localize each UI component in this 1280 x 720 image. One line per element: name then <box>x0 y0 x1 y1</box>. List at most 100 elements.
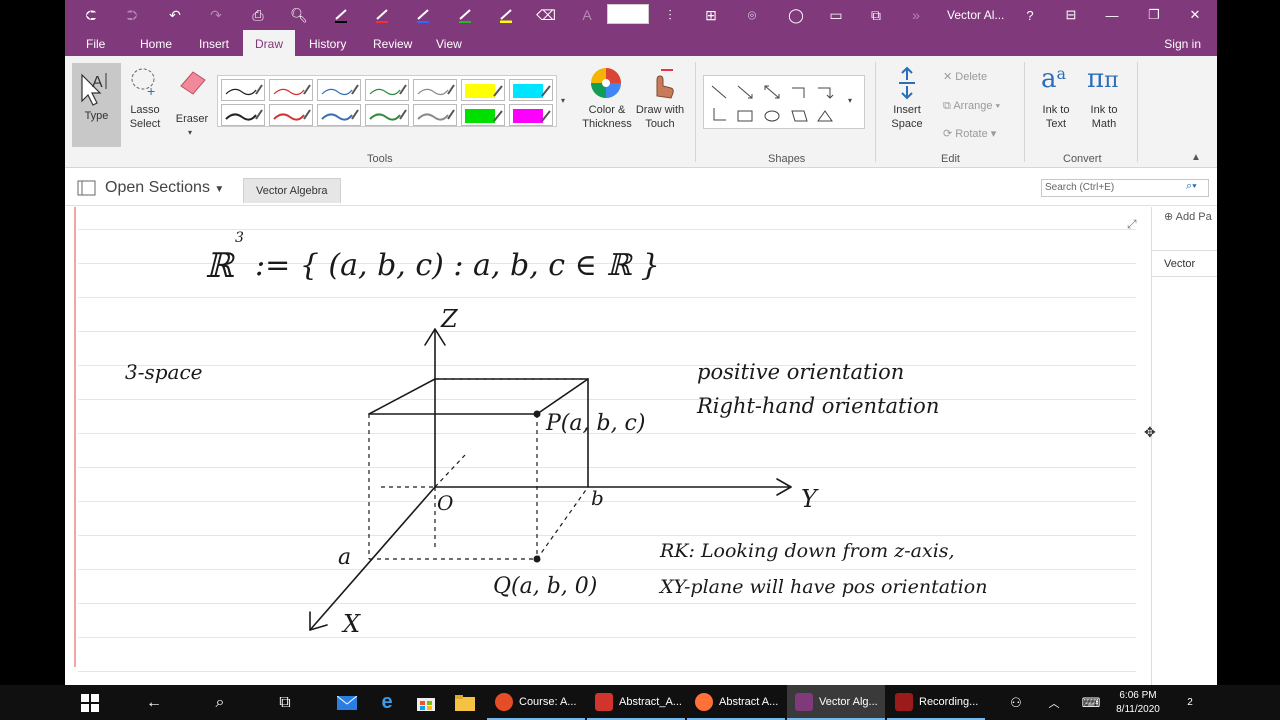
table-icon[interactable]: ⊞ <box>700 4 722 26</box>
pen-swatch[interactable] <box>509 104 553 126</box>
task-view-icon[interactable]: ⧉ <box>265 685 305 720</box>
tab-home[interactable]: Home <box>140 37 172 51</box>
notebook-icon[interactable] <box>77 180 97 196</box>
color-thickness-button[interactable]: Color & Thickness <box>579 103 635 131</box>
eraser-button-icon[interactable] <box>177 68 207 96</box>
ink-to-math-button[interactable]: Ink to Math <box>1083 103 1125 131</box>
search-icon[interactable]: ⌕ <box>200 685 240 720</box>
rotate-button[interactable]: ⟳ Rotate ▾ <box>943 127 996 141</box>
ellipse-shape-icon[interactable] <box>764 110 780 122</box>
double-arrow-shape-icon[interactable] <box>764 85 780 99</box>
section-tab-vector-algebra[interactable]: Vector Algebra <box>243 178 341 203</box>
taskbar-app-onenote[interactable]: Vector Alg... <box>787 685 885 720</box>
tab-review[interactable]: Review <box>373 37 412 51</box>
insert-space-button[interactable]: Insert Space <box>885 103 929 131</box>
dock-icon[interactable]: ▭ <box>825 4 847 26</box>
pen-swatch[interactable] <box>461 79 505 101</box>
delete-button[interactable]: ✕ Delete <box>943 70 987 84</box>
pen-swatch[interactable] <box>317 79 361 101</box>
open-sections-dropdown[interactable]: Open Sections ▼ <box>105 179 224 197</box>
tab-file[interactable]: File <box>86 37 105 51</box>
print-preview-icon[interactable]: 🔍︎ <box>288 4 310 26</box>
pen-swatch[interactable] <box>221 104 265 126</box>
start-icon[interactable] <box>70 685 110 720</box>
pen-blue-icon[interactable] <box>412 4 434 26</box>
taskbar-app-chrome[interactable]: Course: A... <box>487 685 585 720</box>
pen-swatch[interactable] <box>269 104 313 126</box>
arrange-button[interactable]: ⧉ Arrange ▾ <box>943 99 1000 113</box>
rectangle-shape-icon[interactable] <box>737 110 753 122</box>
pen-swatch[interactable] <box>461 104 505 126</box>
people-icon[interactable]: ⚇ <box>996 685 1036 720</box>
highlighter-yellow-icon[interactable] <box>495 4 517 26</box>
font-icon[interactable]: A <box>576 4 598 26</box>
pen-select-icon[interactable]: ⫶ <box>659 4 681 26</box>
line-shape-icon[interactable] <box>711 85 727 99</box>
pen-red-icon[interactable] <box>371 4 393 26</box>
corner-shape-icon[interactable] <box>792 87 805 98</box>
close-icon[interactable]: ✕ <box>1175 0 1215 30</box>
fullpage-icon[interactable]: ⧉ <box>865 4 887 26</box>
lasso-select-button[interactable]: Lasso Select <box>125 103 165 131</box>
pen-gallery-more-icon[interactable]: ▾ <box>561 96 565 105</box>
taskbar-app-recording[interactable]: Recording... <box>887 685 985 720</box>
pen-swatch[interactable] <box>509 79 553 101</box>
tab-history[interactable]: History <box>309 37 346 51</box>
undo-icon[interactable]: ↶ <box>164 4 186 26</box>
triangle-shape-icon[interactable] <box>817 110 833 122</box>
pen-swatch[interactable] <box>317 104 361 126</box>
pen-swatch[interactable] <box>413 79 457 101</box>
type-button[interactable]: A Type <box>72 63 121 147</box>
print-icon[interactable]: ⎙ <box>247 4 269 26</box>
tab-insert[interactable]: Insert <box>199 37 229 51</box>
page-entry-vector[interactable]: Vector <box>1152 250 1217 277</box>
mail-icon[interactable] <box>327 685 367 720</box>
tab-draw[interactable]: Draw <box>243 30 296 57</box>
file-explorer-icon[interactable] <box>445 685 485 720</box>
notification-icon[interactable]: 2 <box>1170 685 1210 720</box>
tab-view[interactable]: View <box>436 37 462 51</box>
pen-swatch[interactable] <box>413 104 457 126</box>
font-size-box[interactable] <box>607 4 649 24</box>
lasso-icon[interactable]: ⌾ <box>741 4 763 26</box>
taskbar-app-pdf[interactable]: Abstract_A... <box>587 685 685 720</box>
store-icon[interactable] <box>406 685 446 720</box>
restore-icon[interactable]: ❐ <box>1134 0 1174 30</box>
add-page-button[interactable]: ⊕ Add Pa <box>1164 210 1212 223</box>
pen-black-icon[interactable] <box>330 4 352 26</box>
shape-icon[interactable]: ◯ <box>785 4 807 26</box>
draw-with-touch-button[interactable]: Draw with Touch <box>631 103 689 131</box>
tray-chevron-up-icon[interactable]: ︿ <box>1034 685 1074 720</box>
eraser-icon[interactable]: ⌫ <box>535 4 557 26</box>
parallelogram-shape-icon[interactable] <box>791 110 808 122</box>
help-button[interactable]: ? <box>1010 0 1050 30</box>
shapes-more-icon[interactable]: ▾ <box>848 96 852 105</box>
collapse-ribbon-icon[interactable]: ▲ <box>1191 152 1201 163</box>
note-page[interactable]: ⤢ ℝ 3 := { (a, b, c) : a, b, c ∈ ℝ } 3-s… <box>65 207 1151 685</box>
eraser-dropdown-icon[interactable]: ▾ <box>188 128 192 137</box>
minimize-icon[interactable]: — <box>1092 0 1132 30</box>
ribbon-display-icon[interactable]: ⊟ <box>1051 0 1091 30</box>
ink-to-text-button[interactable]: Ink to Text <box>1035 103 1077 131</box>
arrow-shape-icon[interactable] <box>737 85 753 99</box>
back-icon[interactable]: ⮈ <box>80 4 102 26</box>
taskbar-app-firefox[interactable]: Abstract A... <box>687 685 785 720</box>
axis-shape-icon[interactable] <box>713 108 726 121</box>
forward-icon[interactable]: ⮊ <box>121 4 143 26</box>
back-arrow-icon[interactable]: ← <box>134 685 174 720</box>
customize-icon[interactable]: » <box>905 4 927 26</box>
pen-swatch[interactable] <box>221 79 265 101</box>
pen-swatch[interactable] <box>269 79 313 101</box>
pen-green-icon[interactable] <box>454 4 476 26</box>
sign-in-link[interactable]: Sign in <box>1164 37 1201 51</box>
redo-icon[interactable]: ↷ <box>205 4 227 26</box>
pen-swatch[interactable] <box>365 104 409 126</box>
keyboard-icon[interactable]: ⌨ <box>1071 685 1111 720</box>
search-input[interactable]: Search (Ctrl+E) <box>1041 179 1209 197</box>
edge-icon[interactable]: e <box>367 685 407 720</box>
search-icon[interactable]: ⌕▾ <box>1186 180 1197 193</box>
system-clock[interactable]: 6:06 PM 8/11/2020 <box>1109 689 1167 717</box>
eraser-button[interactable]: Eraser <box>173 112 211 126</box>
corner-arrow-shape-icon[interactable] <box>818 87 834 99</box>
pen-swatch[interactable] <box>365 79 409 101</box>
